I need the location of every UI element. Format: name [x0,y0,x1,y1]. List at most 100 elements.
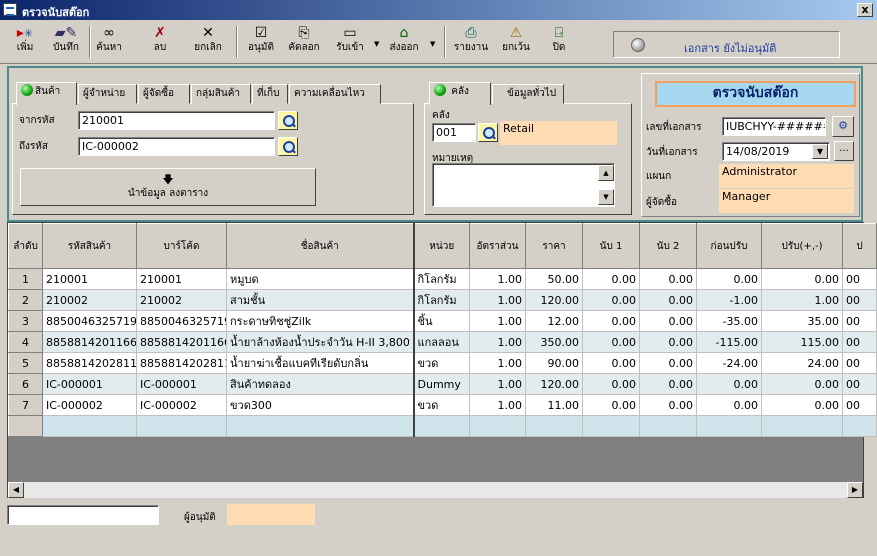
warehouse-code-input[interactable]: 001 [432,123,476,142]
from-code-input[interactable]: 210001 [78,111,275,130]
save-button[interactable]: ▰✎ บันทึก [46,22,86,62]
cell-count2[interactable]: 0.00 [639,289,697,311]
cell-count2[interactable]: 0.00 [639,373,697,395]
cell-price[interactable]: 120.00 [525,289,583,311]
cell-unit[interactable]: แกลลอน [412,331,470,353]
close-button[interactable]: ⍈ ปิด [544,22,574,62]
col-header-product-name[interactable]: ชื่อสินค้า [226,223,414,269]
cell-product-name[interactable]: น้ำยาล้างห้องน้ำประจำวัน H-II 3,800 มล [226,331,414,353]
cell-unit[interactable]: ขวด [412,394,470,416]
cell-adjust[interactable]: 0.00 [761,268,843,290]
cell-empty[interactable] [525,415,583,437]
cell-before-adjust[interactable]: 0.00 [696,394,762,416]
cell-unit[interactable]: Dummy [412,373,470,395]
col-header-count1[interactable]: นับ 1 [582,223,640,269]
search-button[interactable]: ∞ ค้นหา [92,22,126,62]
cell-product-name[interactable]: สามชั้น [226,289,414,311]
col-header-product-code[interactable]: รหัสสินค้า [42,223,137,269]
col-header-seq[interactable]: ลำดับ [8,223,43,269]
cell-count1[interactable]: 0.00 [582,373,640,395]
cell-more[interactable]: 00 [842,331,877,353]
remark-textarea[interactable] [432,163,615,207]
cell-empty[interactable] [639,415,697,437]
tab-buyer[interactable]: ผู้จัดซื้อ [138,84,190,104]
cancel-button[interactable]: ✕ ยกเลิก [188,22,228,62]
cell-adjust[interactable]: 1.00 [761,289,843,311]
export-dropdown-icon[interactable]: ▼ [430,40,435,48]
receive-dropdown-icon[interactable]: ▼ [374,40,379,48]
cell-adjust[interactable]: 24.00 [761,352,843,374]
cell-product-name[interactable]: น้ำยาฆ่าเชื้อแบคทีเรียดับกลิ่น [226,352,414,374]
cell-more[interactable]: 00 [842,289,877,311]
cell-count2[interactable]: 0.00 [639,331,697,353]
scroll-right-icon[interactable]: ▶ [847,482,863,498]
receive-button[interactable]: ▭ รับเข้า [330,22,370,62]
cell-before-adjust[interactable]: 0.00 [696,268,762,290]
window-close-button[interactable]: x [857,3,873,17]
tab-product-group[interactable]: กลุ่มสินค้า [191,84,251,104]
cell-more[interactable]: 00 [842,268,877,290]
cell-ratio[interactable]: 1.00 [469,268,526,290]
docno-input[interactable]: IUBCHYY-###### [722,117,826,136]
cell-count1[interactable]: 0.00 [582,289,640,311]
warehouse-lookup-icon[interactable] [478,123,498,142]
col-header-more[interactable]: ป [842,223,877,269]
cell-empty[interactable] [696,415,762,437]
cell-product-name[interactable]: สินค้าทดลอง [226,373,414,395]
docno-generate-icon[interactable]: ⚙ [832,116,854,137]
cell-ratio[interactable]: 1.00 [469,352,526,374]
cell-ratio[interactable]: 1.00 [469,394,526,416]
table-row[interactable]: 3 8850046325719 8850046325719 กระดาษทิชชู่Z… [8,310,877,332]
cell-unit[interactable]: ชิ้น [412,310,470,332]
add-button[interactable]: ▸✳ เพิ่ม [8,22,42,62]
cell-product-code[interactable]: 8858814202811 [42,352,137,374]
cell-barcode[interactable]: 210001 [136,268,227,290]
cell-before-adjust[interactable]: -1.00 [696,289,762,311]
cell-empty[interactable] [42,415,137,437]
load-to-grid-button[interactable]: 🡇 นำข้อมูล ลงตาราง [20,168,316,206]
cell-product-name[interactable]: กระดาษทิชชู่Zilk [226,310,414,332]
cell-barcode[interactable]: 8858814202811 [136,352,227,374]
cell-product-code[interactable]: IC-000001 [42,373,137,395]
cell-ratio[interactable]: 1.00 [469,373,526,395]
grid-horizontal-scrollbar[interactable]: ◀ ▶ [8,482,863,498]
approve-button[interactable]: ☑ อนุมัติ [242,22,280,62]
table-row[interactable]: 5 8858814202811 8858814202811 น้ำยาฆ่าเชื้อ… [8,352,877,374]
cell-before-adjust[interactable]: -115.00 [696,331,762,353]
cell-product-name[interactable]: หมูบด [226,268,414,290]
cell-empty[interactable] [842,415,877,437]
cell-product-code[interactable]: 210001 [42,268,137,290]
cell-adjust[interactable]: 115.00 [761,331,843,353]
cell-before-adjust[interactable]: 0.00 [696,373,762,395]
cell-price[interactable]: 350.00 [525,331,583,353]
table-row[interactable]: 6 IC-000001 IC-000001 สินค้าทดลอง Dummy 1.00 1… [8,373,877,395]
cell-empty[interactable] [761,415,843,437]
cell-seq[interactable]: 1 [8,268,43,290]
cell-adjust[interactable]: 0.00 [761,394,843,416]
tab-location[interactable]: ที่เก็บ [252,84,288,104]
tab-general-info[interactable]: ข้อมูลทั่วไป [492,84,564,104]
table-row[interactable]: 7 IC-000002 IC-000002 ขวด300 ขวด 1.00 11.00 0.0… [8,394,877,416]
cell-count2[interactable]: 0.00 [639,268,697,290]
cell-price[interactable]: 50.00 [525,268,583,290]
cell-count2[interactable]: 0.00 [639,352,697,374]
cell-count2[interactable]: 0.00 [639,310,697,332]
cell-price[interactable]: 12.00 [525,310,583,332]
cell-seq[interactable]: 4 [8,331,43,353]
cell-unit[interactable]: กิโลกรัม [412,289,470,311]
remark-scroll-up-icon[interactable]: ▲ [598,165,614,181]
to-code-input[interactable]: IC-000002 [78,137,275,156]
tab-vendor[interactable]: ผู้จำหน่าย [78,84,137,104]
col-header-before-adjust[interactable]: ก่อนปรับ [696,223,762,269]
table-row[interactable]: 4 8858814201166 8858814201166 น้ำยาล้างห้อง… [8,331,877,353]
export-button[interactable]: ⌂ ส่งออก [384,22,424,62]
cell-more[interactable]: 00 [842,394,877,416]
cell-seq[interactable]: 3 [8,310,43,332]
cell-seq[interactable]: 6 [8,373,43,395]
cell-product-code[interactable]: IC-000002 [42,394,137,416]
table-row[interactable]: 1 210001 210001 หมูบด กิโลกรัม 1.00 50.00 0.00 0… [8,268,877,290]
except-button[interactable]: ⚠ ยกเว้น [496,22,536,62]
cell-seq[interactable]: 2 [8,289,43,311]
tab-product[interactable]: สินค้า [16,82,77,105]
cell-barcode[interactable]: IC-000001 [136,373,227,395]
